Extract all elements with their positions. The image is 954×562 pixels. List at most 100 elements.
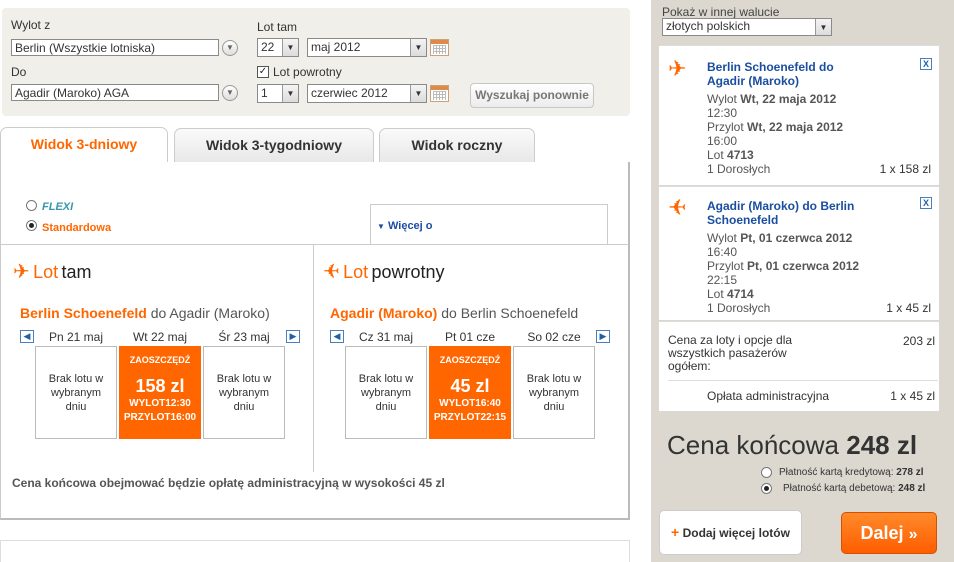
search-again-button[interactable]: Wyszukaj ponownie <box>470 83 594 108</box>
arr-label: Przylot <box>707 120 744 134</box>
prev-day-icon[interactable]: ◀ <box>20 330 34 343</box>
flight1-pax: 1 Dorosłych <box>707 162 771 176</box>
arr-label: Przylot <box>707 259 744 273</box>
flight-no: 4713 <box>727 148 754 162</box>
subtotal-label: Cena za loty i opcje dla wszystkich pasa… <box>668 333 793 373</box>
debit-card-option: Płatność kartą debetową: 248 zl <box>783 483 925 494</box>
outbound-title-main: tam <box>61 262 92 282</box>
tab-3-day[interactable]: Widok 3-dniowy <box>0 127 168 163</box>
outbound-origin: Berlin Schoenefeld <box>20 305 147 321</box>
next-day-icon[interactable]: ▶ <box>596 330 610 343</box>
credit-card-radio[interactable] <box>761 467 772 478</box>
calendar-icon[interactable] <box>430 39 449 56</box>
calendar-icon[interactable] <box>430 85 449 102</box>
save-label: ZAOSZCZĘDŹ <box>439 355 501 365</box>
dep-label: Wylot <box>707 92 737 106</box>
arrival-time: PRZYLOT22:15 <box>433 412 507 423</box>
flight1-price: 1 x 158 zl <box>879 162 931 176</box>
from-input[interactable]: Berlin (Wszystkie lotniska) <box>11 39 219 56</box>
return-checkbox[interactable]: ✓ <box>257 66 269 78</box>
search-panel: Wylot z Berlin (Wszystkie lotniska) ▼ Do… <box>2 8 630 116</box>
flight-label: Lot <box>707 148 724 162</box>
plus-icon: + <box>671 524 680 540</box>
flight2-arr: Przylot Pt, 01 czerwca 2012 <box>707 259 859 273</box>
debit-card-radio[interactable] <box>761 483 772 494</box>
next-label: Dalej <box>860 523 904 543</box>
outbound-route: Berlin Schoenefeld do Agadir (Maroko) <box>20 305 270 321</box>
day-header: Pt 01 cze <box>444 330 496 344</box>
day-header: Pn 21 maj <box>48 330 104 344</box>
divider <box>668 380 938 381</box>
return-month-select[interactable]: czerwiec 2012 ▼ <box>307 84 427 103</box>
flight2-price: 1 x 45 zl <box>886 301 931 315</box>
next-day-icon[interactable]: ▶ <box>286 330 300 343</box>
plane-icon: ✈ <box>323 261 340 283</box>
flight2-number: Lot 4714 <box>707 287 754 301</box>
chevron-down-icon: ▼ <box>282 39 298 56</box>
add-flights-label: Dodaj więcej lotów <box>682 526 790 540</box>
flight1-number: Lot 4713 <box>707 148 754 162</box>
flight1-dep: Wylot Wt, 22 maja 2012 <box>707 92 836 106</box>
flight-price: 158 zl <box>135 376 185 396</box>
next-button[interactable]: Dalej » <box>841 512 937 554</box>
outbound-section: ✈ Lot tam <box>13 259 92 284</box>
from-dropdown-icon[interactable]: ▼ <box>222 40 238 56</box>
chevron-down-icon: ▼ <box>410 39 426 56</box>
day-header: Śr 23 maj <box>218 330 270 344</box>
departure-time: WYLOT12:30 <box>129 398 191 409</box>
to-input[interactable]: Agadir (Maroko) AGA <box>11 84 219 101</box>
flight2-summary: ✈ Agadir (Maroko) do Berlin Schoenefeld … <box>659 186 939 320</box>
flexi-radio[interactable] <box>26 200 37 211</box>
remove-flight-icon[interactable]: X <box>920 58 932 70</box>
tab-year[interactable]: Widok roczny <box>379 128 535 162</box>
flight1-arr: Przylot Wt, 22 maja 2012 <box>707 120 843 134</box>
flight-no: 4714 <box>727 287 754 301</box>
flight2-dep: Wylot Pt, 01 czerwca 2012 <box>707 231 852 245</box>
chevron-down-icon: ▼ <box>282 85 298 102</box>
outbound-day-select[interactable]: 22 ▼ <box>257 38 299 57</box>
flight2-dep-time: 16:40 <box>707 245 738 259</box>
selected-flight-cell[interactable]: ZAOSZCZĘDŹ 158 zl WYLOT12:30 PRZYLOT16:0… <box>119 346 201 439</box>
final-price: Cena końcowa 248 zl <box>667 430 917 461</box>
to-dropdown-icon[interactable]: ▼ <box>222 85 238 101</box>
dep-label: Wylot <box>707 231 737 245</box>
prev-day-icon[interactable]: ◀ <box>330 330 344 343</box>
plane-icon: ✈ <box>13 261 30 283</box>
currency-select[interactable]: złotych polskich ▼ <box>662 18 832 36</box>
return-day-select[interactable]: 1 ▼ <box>257 84 299 103</box>
flight2-pax: 1 Dorosłych <box>707 301 771 315</box>
more-info-label: Więcej o <box>387 220 433 232</box>
final-price-label: Cena końcowa <box>667 430 839 460</box>
return-section: ✈ Lot powrotny <box>323 259 445 284</box>
flight2-route: Agadir (Maroko) do Berlin Schoenefeld <box>707 199 855 227</box>
credit-card-option: Płatność kartą kredytową: 278 zl <box>779 467 924 478</box>
chevron-down-icon: ▼ <box>815 19 831 35</box>
save-label: ZAOSZCZĘDŹ <box>129 355 191 365</box>
credit-value: 278 zl <box>896 467 924 478</box>
final-price-value: 248 zl <box>846 430 918 460</box>
outbound-destination: do Agadir (Maroko) <box>150 305 270 321</box>
currency-value: złotych polskich <box>666 19 751 33</box>
standard-radio[interactable] <box>26 220 37 231</box>
outbound-title-prefix: Lot <box>33 262 59 282</box>
booking-summary-sidebar: Pokaż w innej walucie złotych polskich ▼ … <box>651 0 954 562</box>
departure-time: WYLOT16:40 <box>439 398 501 409</box>
day-cell: Brak lotu w wybranym dniu <box>35 346 117 439</box>
flight2-arr-time: 22:15 <box>707 273 738 287</box>
selected-flight-cell[interactable]: ZAOSZCZĘDŹ 45 zl WYLOT16:40 PRZYLOT22:15 <box>429 346 511 439</box>
return-title-main: powrotny <box>371 262 445 282</box>
divider <box>1 244 629 245</box>
more-info-link[interactable]: ▼ Więcej o <box>377 220 433 232</box>
fee-note: Cena końcowa obejmować będzie opłatę adm… <box>12 476 445 490</box>
flight1-arr-time: 16:00 <box>707 134 738 148</box>
tab-3-week[interactable]: Widok 3-tygodniowy <box>174 128 374 162</box>
flight-results-panel: FLEXI Standardowa ▼ Więcej o ✈ Lot tam B… <box>0 162 630 520</box>
flight1-summary: ✈ Berlin Schoenefeld do Agadir (Maroko) … <box>659 45 939 185</box>
outbound-label: Lot tam <box>257 20 298 34</box>
outbound-month-select[interactable]: maj 2012 ▼ <box>307 38 427 57</box>
day-cell: Brak lotu w wybranym dniu <box>345 346 427 439</box>
column-divider <box>313 244 314 472</box>
day-header: Cz 31 maj <box>358 330 414 344</box>
add-more-flights-button[interactable]: + Dodaj więcej lotów <box>659 510 802 555</box>
remove-flight-icon[interactable]: X <box>920 197 932 209</box>
